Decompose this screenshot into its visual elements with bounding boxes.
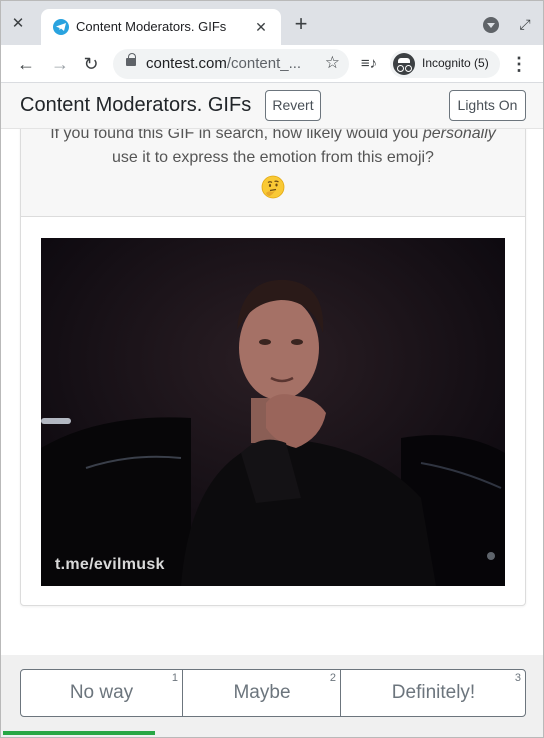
revert-button[interactable]: Revert (265, 90, 321, 121)
thinking-face-icon (261, 175, 285, 199)
tab-strip: ✕ Content Moderators. GIFs ✕ + ⤢ (1, 1, 543, 45)
incognito-label: Incognito (5) (422, 56, 489, 70)
telegram-icon (53, 19, 69, 35)
address-bar[interactable]: contest.com/content_... ☆ (113, 49, 349, 79)
shortcut-key: 3 (514, 672, 521, 684)
answer-button-group: No way 1 Maybe 2 Definitely! 3 (20, 669, 526, 717)
maximize-icon[interactable]: ⤢ (515, 14, 535, 34)
back-icon[interactable]: ← (13, 51, 39, 77)
shortcut-key: 1 (171, 672, 178, 684)
forward-icon[interactable]: → (47, 51, 73, 77)
question-card: If you found this GIF in search, how lik… (20, 101, 526, 606)
tab-close-icon[interactable]: ✕ (251, 17, 271, 37)
incognito-icon (393, 53, 415, 75)
incognito-badge[interactable]: Incognito (5) (390, 50, 500, 78)
page-content: If you found this GIF in search, how lik… (1, 83, 543, 737)
browser-toolbar: ← → ↻ contest.com/content_... ☆ ≡♪ Incog… (1, 45, 543, 83)
question-text: If you found this GIF in search, how lik… (50, 125, 496, 166)
reload-icon[interactable]: ↻ (78, 51, 104, 77)
answer-definitely-button[interactable]: Definitely! 3 (342, 670, 525, 716)
media-playlist-icon[interactable]: ≡♪ (358, 53, 380, 75)
lights-on-button[interactable]: Lights On (449, 90, 526, 121)
page-title: Content Moderators. GIFs (20, 94, 252, 116)
menu-icon[interactable]: ⋮ (509, 51, 529, 77)
tab-search-icon[interactable] (483, 17, 499, 33)
gif-scene (41, 238, 505, 586)
answer-no-way-button[interactable]: No way 1 (21, 670, 183, 716)
app-header: Content Moderators. GIFs Revert Lights O… (1, 83, 543, 129)
url-text: contest.com/content_... (146, 55, 302, 72)
browser-window: ✕ Content Moderators. GIFs ✕ + ⤢ ← → ↻ c… (0, 0, 544, 738)
progress-bar (3, 731, 543, 735)
active-tab[interactable]: Content Moderators. GIFs ✕ (41, 9, 281, 45)
shortcut-key: 2 (329, 672, 336, 684)
bookmark-star-icon[interactable]: ☆ (325, 53, 340, 73)
close-window-icon[interactable]: ✕ (7, 13, 29, 35)
new-tab-icon[interactable]: + (289, 13, 313, 37)
lock-icon (126, 53, 136, 66)
gif-image: t.me/evilmusk (41, 238, 505, 586)
gif-watermark: t.me/evilmusk (55, 556, 165, 573)
tab-title: Content Moderators. GIFs (76, 19, 227, 34)
answer-bar: No way 1 Maybe 2 Definitely! 3 (1, 655, 543, 737)
progress-fill (3, 731, 155, 735)
answer-maybe-button[interactable]: Maybe 2 (184, 670, 341, 716)
